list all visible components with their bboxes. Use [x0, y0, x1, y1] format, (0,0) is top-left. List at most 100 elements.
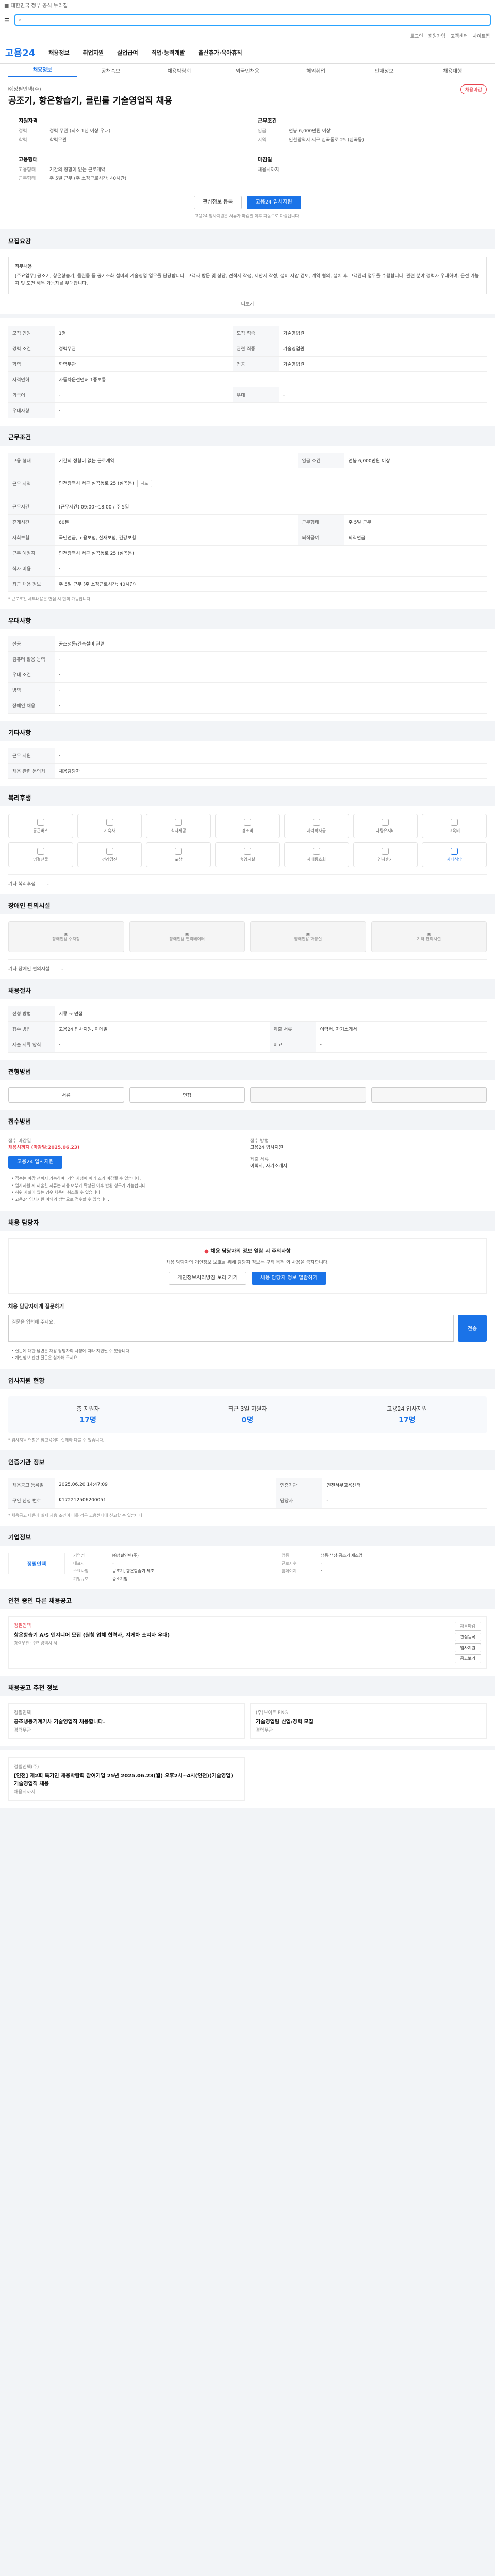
cell-key: 휴게시간 — [8, 514, 55, 531]
stat-item: 고용24 입사지원 17명 — [327, 1404, 487, 1425]
cell-value: - — [55, 402, 487, 419]
related-actions: 채용마감 관심등록 입사지원 공고보기 — [454, 1621, 481, 1663]
tab-agency[interactable]: 채용대행 — [418, 66, 487, 74]
step-row: 서류 면접 — [8, 1087, 487, 1103]
link-login[interactable]: 로그인 — [410, 32, 423, 39]
company-info: 기업명 ㈜정필인텍(주) 업종 냉동·냉장·공조기 제조업 대표자 - 근로자수 - 주요사… — [73, 1553, 487, 1582]
kv-value: 학력무관 — [50, 138, 67, 143]
search-input[interactable]: ⌕ — [14, 14, 491, 26]
qa-input[interactable] — [8, 1314, 454, 1342]
info-key: 홈페이지 — [282, 1568, 297, 1573]
related-view-button[interactable]: 공고보기 — [454, 1654, 481, 1663]
gnb-item-training[interactable]: 직업·능력개발 — [152, 48, 185, 57]
table-row: 경력 조건 경력무관 관련 직종 기술영업원 — [8, 341, 487, 357]
site-logo[interactable]: 고용24 — [5, 46, 35, 59]
manager-box: ● 채용 담당자의 정보 열람 시 주의사항 채용 담당자의 개인정보 보호를 … — [8, 1238, 487, 1294]
section-title: 기업정보 — [8, 1533, 31, 1541]
resort-icon — [243, 847, 251, 855]
tab-overseas[interactable]: 해외취업 — [282, 66, 350, 74]
link-sitemap[interactable]: 사이트맵 — [473, 32, 490, 39]
table-row: 자격면허 자동차운전면허 1종보통 — [8, 371, 487, 388]
kv-key: 근무형태 — [19, 176, 36, 181]
map-button[interactable]: 지도 — [137, 480, 152, 488]
cell-value: 채용담당자 — [55, 763, 487, 779]
link-help[interactable]: 고객센터 — [451, 32, 468, 39]
tab-fair[interactable]: 채용박람회 — [145, 66, 213, 74]
related-job[interactable]: 정필인텍 항온항습기 A/S 엔지니어 모집 (원청 업체 협력사, 지게차 소… — [8, 1616, 487, 1669]
apply-button-2[interactable]: 고용24 입사지원 — [8, 1156, 63, 1170]
job-description: 직무내용 [주요업무] 공조기, 항온항습기, 클린룸 등 공기조화 설비의 기… — [8, 257, 487, 295]
info-value: - — [112, 1560, 114, 1565]
welfare-label: 휴양시설 — [240, 857, 255, 862]
kv-value: 연봉 6,000만원 이상 — [289, 129, 331, 134]
box-heading: 직무내용 — [15, 264, 32, 269]
company-logo: 정필인텍 — [8, 1552, 65, 1574]
privacy-button[interactable]: 개인정보처리방침 보러 가기 — [169, 1271, 246, 1285]
list-item[interactable]: 정필인텍 공조냉동기계기사 기술영업직 채용합니다. 경력무관 — [8, 1703, 245, 1739]
table-row: 전형 방법 서류 → 면접 — [8, 1006, 487, 1022]
info-value: - — [321, 1568, 322, 1573]
item-title[interactable]: 공조냉동기계기사 기술영업직 채용합니다. — [14, 1717, 239, 1725]
tab-foreign[interactable]: 외국인채용 — [213, 66, 282, 74]
cell-value: 자동차운전면허 1종보통 — [55, 371, 487, 388]
cell-value: 60분 — [55, 514, 298, 531]
list-item[interactable]: (주)보이트 ENG 기술영업팀 신입/경력 모집 경력무관 — [250, 1703, 487, 1739]
summary-heading: 근무조건 — [258, 118, 277, 124]
qa-input-row: 전송 — [8, 1314, 487, 1342]
related-title[interactable]: 항온항습기 A/S 엔지니어 모집 (원청 업체 협력사, 지게차 소지자 우대… — [14, 1631, 170, 1638]
kv-key: 임금 — [258, 129, 267, 134]
link-join[interactable]: 회원가입 — [428, 32, 446, 39]
method-bullets: • 접수는 마감 전까지 가능하며, 기업 사정에 따라 조기 마감될 수 있습… — [8, 1175, 487, 1203]
list-item[interactable]: 정필인텍(주) [인천] 제2회 특기인 채용박람회 참여기업 25년 2025.… — [8, 1757, 245, 1801]
book-icon — [451, 818, 458, 826]
health-icon — [106, 847, 113, 855]
cell-value: - — [55, 748, 487, 764]
corp-section: 정필인텍 기업명 ㈜정필인텍(주) 업종 냉동·냉장·공조기 제조업 대표자 - 근로자수… — [0, 1545, 495, 1589]
apply-button[interactable]: 고용24 입사지원 — [246, 196, 301, 209]
cell-key: 근무 예정지 — [8, 545, 55, 562]
cell-value: - — [322, 1493, 487, 1509]
table-row: 식사 비용 - — [8, 561, 487, 577]
tab-news[interactable]: 공채속보 — [77, 66, 145, 74]
cell-value: (근무시간) 09:00~18:00 / 주 5일 — [55, 499, 487, 515]
etc-section: 근무 지원 - 채용 관련 문의처 채용담당자 — [0, 741, 495, 787]
interest-button[interactable]: 관심정보 등록 — [194, 196, 242, 209]
gnb-item-benefit[interactable]: 실업급여 — [117, 48, 138, 57]
kv-value: 기간의 정함이 없는 근로계약 — [50, 167, 105, 173]
address-text: 인천광역시 서구 심곡동로 25 (심곡동) — [59, 481, 134, 487]
cell-value: 학력무관 — [55, 356, 233, 372]
school-icon — [312, 818, 320, 826]
gnb-item-jobs[interactable]: 채용정보 — [48, 48, 69, 57]
cell-key: 식사 비용 — [8, 561, 55, 577]
bus-icon — [37, 818, 44, 826]
work-section: 고용 형태 기간의 정함이 없는 근로계약 임금 조건 연봉 6,000만원 이상 근… — [0, 446, 495, 609]
item-title[interactable]: 기술영업팀 신입/경력 모집 — [256, 1717, 481, 1725]
tab-talent[interactable]: 인재정보 — [350, 66, 419, 74]
gift-icon — [243, 818, 251, 826]
club-icon — [312, 847, 320, 855]
more-button[interactable]: 더보기 — [8, 300, 487, 307]
welfare-item: 포상 — [146, 842, 211, 868]
view-manager-button[interactable]: 채용 담당자 정보 열람하기 — [252, 1271, 326, 1285]
cell-value: 기술영업원 — [278, 356, 487, 372]
cell-key: 임금 조건 — [298, 453, 344, 469]
related-interest-button[interactable]: 관심등록 — [454, 1632, 481, 1641]
welfare-label: 기숙사 — [104, 828, 116, 833]
related-apply-button[interactable]: 입사지원 — [454, 1643, 481, 1652]
hiring-table: 전형 방법 서류 → 면접 접수 방법 고용24 입사지원, 이메일 제출 서류 이력서… — [8, 1006, 487, 1053]
tab-jobs[interactable]: 채용정보 — [8, 64, 77, 77]
job-summary: 채용마감 ㈜정필인텍(주) 공조기, 항온항습기, 클린룸 기술영업직 채용 지… — [0, 77, 495, 229]
manager-actions: 개인정보처리방침 보러 가기 채용 담당자 정보 열람하기 — [17, 1271, 478, 1285]
cell-key: 인증기관 — [276, 1477, 323, 1493]
work-note: * 근로조건 세부내용은 면접 시 협의 가능합니다. — [8, 597, 92, 602]
company-name[interactable]: ㈜정필인텍(주) — [8, 84, 487, 92]
welfare-others: 기타 복리후생 - — [8, 874, 487, 887]
related-meta: 경력무관 · 인천광역시 서구 — [14, 1640, 61, 1646]
table-row: 근무 예정지 인천광역시 서구 심곡동로 25 (심곡동) — [8, 545, 487, 562]
menu-icon[interactable]: ☰ — [4, 17, 9, 24]
cell-value: 주 5일 근무 — [344, 514, 487, 531]
qa-send-button[interactable]: 전송 — [458, 1314, 487, 1342]
gnb-item-leave[interactable]: 출산휴가·육아휴직 — [199, 48, 242, 57]
item-title[interactable]: [인천] 제2회 특기인 채용박람회 참여기업 25년 2025.06.23(월… — [14, 1771, 239, 1787]
gnb-item-support[interactable]: 취업지원 — [83, 48, 104, 57]
